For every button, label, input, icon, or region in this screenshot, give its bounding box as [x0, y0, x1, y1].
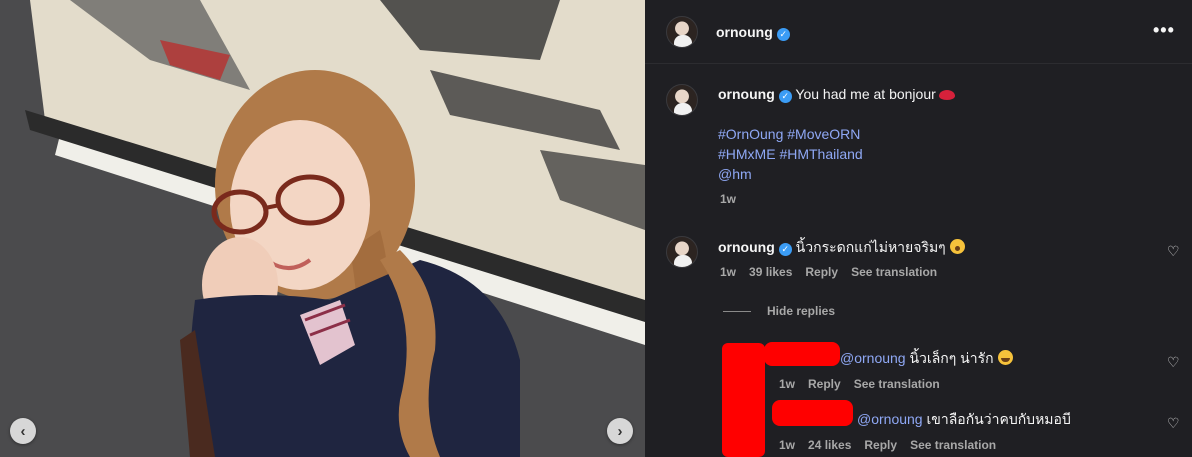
caption-line: ornoung ✓ You had me at bonjour	[718, 86, 955, 103]
reply-2-line: @ornoung เขาลือกันว่าคบกับหมอบี	[857, 409, 1071, 431]
post-photo: ‹ ›	[0, 0, 645, 457]
more-options-icon[interactable]: •••	[1153, 20, 1175, 41]
comment-time[interactable]: 1w	[720, 265, 736, 279]
avatar[interactable]	[666, 16, 698, 48]
post-header: ornoung ✓ •••	[645, 0, 1192, 64]
reply-1-reply-button[interactable]: Reply	[808, 377, 841, 391]
comment-likes[interactable]: 39 likes	[749, 265, 792, 279]
reply-1-time[interactable]: 1w	[779, 377, 795, 391]
comment-username[interactable]: ornoung	[718, 239, 775, 255]
reply-1-mention[interactable]: @ornoung	[840, 350, 906, 366]
previous-photo-button[interactable]: ‹	[10, 418, 36, 444]
hide-replies-button[interactable]: Hide replies	[767, 304, 835, 318]
caption-mention[interactable]: @hm	[718, 166, 752, 182]
reply-2-likes[interactable]: 24 likes	[808, 438, 851, 452]
comment-translation-button[interactable]: See translation	[851, 265, 937, 279]
username-text[interactable]: ornoung	[716, 24, 773, 40]
chevron-right-icon: ›	[617, 422, 623, 440]
reply-2-mention[interactable]: @ornoung	[857, 411, 923, 427]
grinning-emoji-icon	[997, 350, 1013, 365]
verified-badge-icon: ✓	[778, 243, 792, 256]
comment-line: ornoung ✓ นิ้วกระดกแก่ไม่หายจริมๆ	[718, 237, 965, 259]
caption-hashtags-1[interactable]: #OrnOung #MoveORN	[718, 126, 860, 142]
comment-text: นิ้วกระดกแก่ไม่หายจริมๆ	[795, 239, 946, 255]
lips-emoji-icon	[938, 90, 955, 100]
reply-2-text: เขาลือกันว่าคบกับหมอบี	[926, 411, 1071, 427]
caption-time[interactable]: 1w	[720, 192, 736, 206]
heart-icon[interactable]: ♡	[1167, 416, 1181, 430]
reply-1-text: นิ้วเล็กๆ น่ารัก	[909, 350, 994, 366]
caption-avatar[interactable]	[666, 84, 698, 116]
comments-panel: ornoung ✓ ••• ornoung ✓ You had me at bonj…	[645, 0, 1192, 457]
reply-2-translation-button[interactable]: See translation	[910, 438, 996, 452]
surprised-emoji-icon	[949, 239, 965, 254]
reply-2-reply-button[interactable]: Reply	[864, 438, 897, 452]
verified-badge-icon: ✓	[776, 28, 790, 41]
reply-1-line: @ornoung นิ้วเล็กๆ น่ารัก	[840, 348, 1013, 370]
caption-username[interactable]: ornoung	[718, 86, 775, 102]
redacted-username	[764, 342, 840, 366]
reply-1-meta: 1w Reply See translation	[779, 377, 953, 391]
verified-badge-icon: ✓	[778, 90, 792, 103]
caption-text: You had me at bonjour	[795, 86, 936, 102]
redacted-avatar	[722, 343, 765, 457]
caption-hashtags-2[interactable]: #HMxME #HMThailand	[718, 146, 863, 162]
comment-avatar[interactable]	[666, 236, 698, 268]
hide-replies-divider	[723, 311, 751, 312]
photo-illustration	[0, 0, 645, 457]
heart-icon[interactable]: ♡	[1167, 244, 1181, 258]
reply-1-translation-button[interactable]: See translation	[854, 377, 940, 391]
reply-2-meta: 1w 24 likes Reply See translation	[779, 438, 1009, 452]
next-photo-button[interactable]: ›	[607, 418, 633, 444]
reply-2-time[interactable]: 1w	[779, 438, 795, 452]
comment-meta: 1w 39 likes Reply See translation	[720, 265, 950, 279]
header-username[interactable]: ornoung ✓	[716, 24, 790, 41]
chevron-left-icon: ‹	[20, 422, 26, 440]
heart-icon[interactable]: ♡	[1167, 355, 1181, 369]
redacted-username	[772, 400, 853, 426]
comment-reply-button[interactable]: Reply	[805, 265, 838, 279]
